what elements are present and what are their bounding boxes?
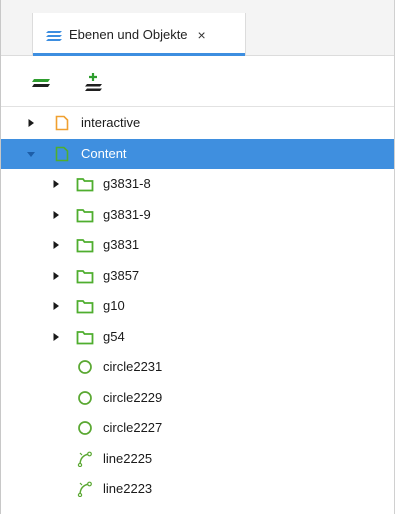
folder-icon bbox=[76, 298, 94, 314]
circle-icon bbox=[76, 420, 94, 436]
caret-right-icon[interactable] bbox=[51, 210, 61, 220]
tree-row[interactable]: g3831 bbox=[1, 230, 394, 260]
folder-icon bbox=[76, 237, 94, 253]
tree-item-label: g3857 bbox=[103, 268, 140, 283]
tree-item-label: circle2227 bbox=[103, 420, 163, 435]
tree-item-label: Content bbox=[81, 146, 127, 161]
path-icon bbox=[76, 481, 94, 497]
folder-icon bbox=[76, 207, 94, 223]
tree-row[interactable]: g10 bbox=[1, 291, 394, 321]
layers-objects-panel: Ebenen und Objekte × interactive Content… bbox=[0, 0, 398, 514]
circle-icon bbox=[76, 390, 94, 406]
tree-item-label: g3831-9 bbox=[103, 207, 151, 222]
tree-row[interactable]: circle2231 bbox=[1, 352, 394, 382]
caret-right-icon[interactable] bbox=[51, 240, 61, 250]
tree-item-label: line2225 bbox=[103, 451, 153, 466]
toolbar bbox=[1, 57, 394, 107]
tree-item-label: g10 bbox=[103, 298, 125, 313]
tree-row[interactable]: line2225 bbox=[1, 444, 394, 474]
caret-right-icon[interactable] bbox=[51, 332, 61, 342]
tree-row[interactable]: g3857 bbox=[1, 261, 394, 291]
layer-tree: interactive Content g3831-8 g3831-9 g3831 g38… bbox=[1, 108, 394, 514]
caret-right-icon[interactable] bbox=[51, 271, 61, 281]
caret-right-icon[interactable] bbox=[26, 118, 36, 128]
layer-row[interactable]: Content bbox=[1, 139, 394, 169]
close-icon[interactable]: × bbox=[195, 28, 209, 42]
caret-right-icon[interactable] bbox=[51, 301, 61, 311]
tree-row[interactable]: g54 bbox=[1, 322, 394, 352]
layer-row[interactable]: interactive bbox=[1, 108, 394, 138]
tree-item-label: interactive bbox=[81, 115, 141, 130]
add-layer-button[interactable] bbox=[30, 73, 52, 93]
add-layer-icon bbox=[30, 75, 52, 92]
caret-down-icon[interactable] bbox=[26, 149, 36, 159]
tree-row[interactable]: circle2227 bbox=[1, 413, 394, 443]
tree-row[interactable]: line2223 bbox=[1, 474, 394, 504]
add-sublayer-icon bbox=[82, 72, 104, 95]
circle-icon bbox=[76, 359, 94, 375]
folder-icon bbox=[76, 176, 94, 192]
tree-row[interactable]: g3831-8 bbox=[1, 169, 394, 199]
right-border bbox=[394, 0, 395, 514]
path-icon bbox=[76, 451, 94, 467]
tree-item-label: line2223 bbox=[103, 481, 153, 496]
folder-icon bbox=[76, 268, 94, 284]
add-sublayer-button[interactable] bbox=[82, 72, 104, 95]
folder-icon bbox=[76, 329, 94, 345]
tree-item-label: circle2229 bbox=[103, 390, 163, 405]
tab-layers-objects[interactable]: Ebenen und Objekte × bbox=[32, 13, 246, 56]
tree-item-label: g54 bbox=[103, 329, 125, 344]
tree-row[interactable]: g3831-9 bbox=[1, 200, 394, 230]
tree-item-label: g3831 bbox=[103, 237, 140, 252]
layer-icon bbox=[53, 146, 71, 162]
layers-icon bbox=[45, 28, 65, 42]
tree-item-label: g3831-8 bbox=[103, 176, 151, 191]
caret-right-icon[interactable] bbox=[51, 179, 61, 189]
layer-icon bbox=[53, 115, 71, 131]
tab-bar: Ebenen und Objekte × bbox=[1, 0, 394, 56]
tree-row[interactable]: circle2229 bbox=[1, 383, 394, 413]
tree-item-label: circle2231 bbox=[103, 359, 163, 374]
tab-active-indicator bbox=[33, 53, 245, 56]
tab-label: Ebenen und Objekte bbox=[69, 27, 188, 42]
